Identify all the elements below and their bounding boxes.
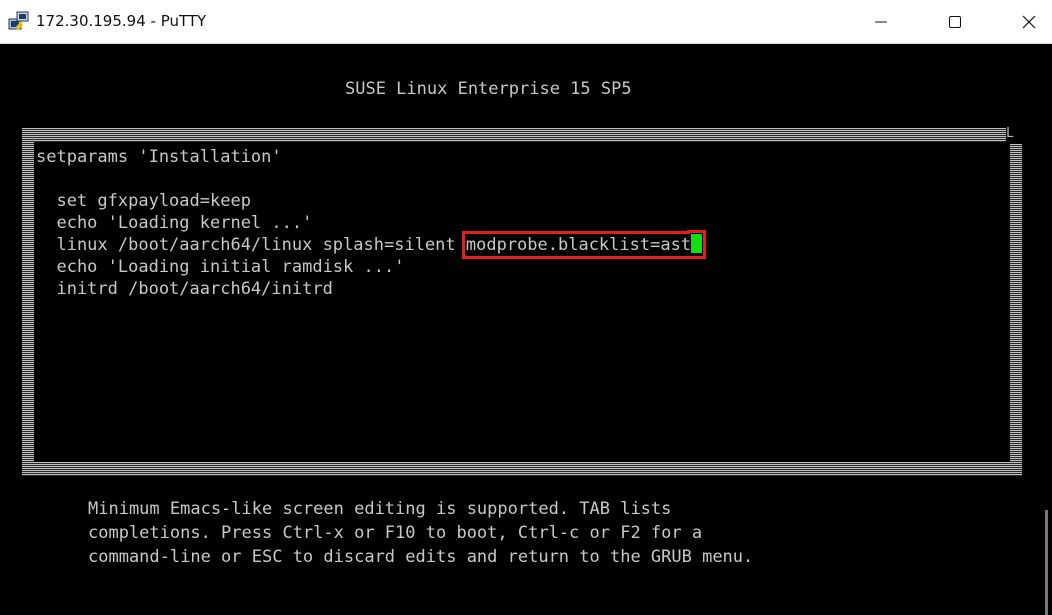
editor-line-linux: linux /boot/aarch64/linux splash=silent …	[36, 231, 707, 259]
help-line: Minimum Emacs-like screen editing is sup…	[88, 499, 672, 519]
close-button[interactable]	[1006, 0, 1052, 43]
minimize-button[interactable]	[858, 0, 904, 43]
editor-line: set gfxpayload=keep	[36, 191, 251, 211]
maximize-icon	[949, 15, 961, 28]
maximize-button[interactable]	[932, 0, 978, 43]
editor-line: initrd /boot/aarch64/initrd	[36, 279, 333, 299]
putty-icon	[8, 11, 29, 31]
editor-border-top	[22, 128, 1006, 142]
grub-header: SUSE Linux Enterprise 15 SP5	[345, 79, 632, 99]
close-icon	[1022, 15, 1036, 28]
help-line: command-line or ESC to discard edits and…	[88, 547, 754, 567]
editor-line: echo 'Loading kernel ...'	[36, 213, 313, 233]
terminal-area[interactable]: SUSE Linux Enterprise 15 SP5 L setparams…	[8, 44, 1044, 615]
help-line: completions. Press Ctrl-x or F10 to boot…	[88, 523, 703, 543]
window-title: 172.30.195.94 - PuTTY	[36, 12, 207, 30]
editor-border-left	[22, 128, 34, 476]
window-titlebar[interactable]: 172.30.195.94 - PuTTY	[0, 0, 1052, 44]
editor-line: echo 'Loading initial ramdisk ...'	[36, 257, 405, 277]
editor-corner-char: L	[1006, 126, 1014, 141]
text-cursor	[691, 234, 703, 253]
minimize-icon	[875, 21, 887, 22]
scrollbar-thumb[interactable]	[1045, 510, 1048, 615]
kernel-param-text: modprobe.blacklist=ast	[465, 235, 692, 255]
highlighted-kernel-param: modprobe.blacklist=ast	[461, 231, 707, 259]
editor-border-bottom	[22, 462, 1022, 476]
editor-border-right	[1010, 144, 1022, 476]
grub-editor[interactable]: setparams 'Installation' set gfxpayload=…	[36, 146, 1006, 456]
editor-line: setparams 'Installation'	[36, 147, 282, 167]
linux-command: linux /boot/aarch64/linux splash=silent	[36, 235, 466, 255]
